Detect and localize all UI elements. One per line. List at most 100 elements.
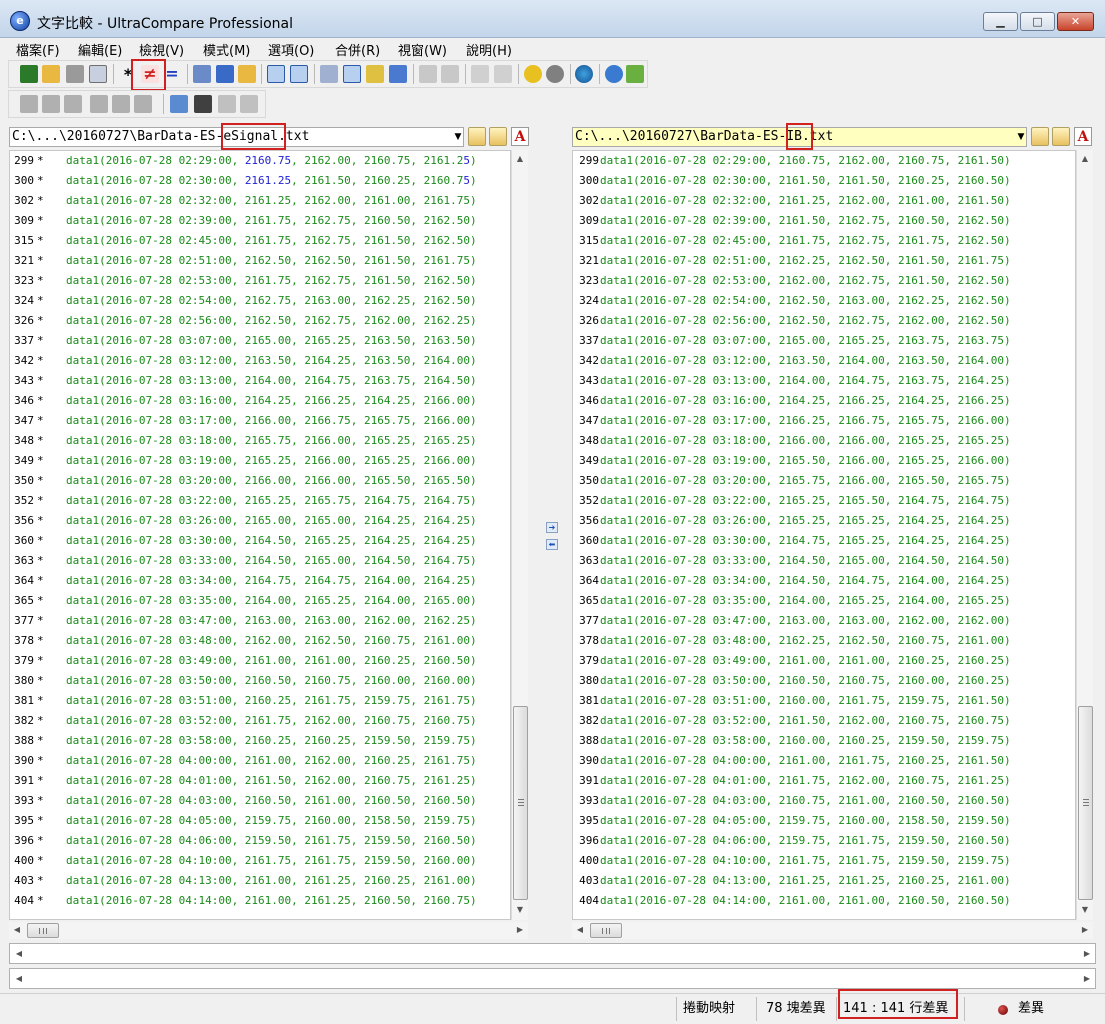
- menu-window[interactable]: 視窗(W): [398, 40, 447, 59]
- line-detail-bar[interactable]: ◀ ▶: [9, 943, 1096, 964]
- move-left-block-icon[interactable]: [42, 95, 60, 113]
- scroll-down-icon[interactable]: ▼: [1077, 902, 1093, 918]
- diff-marker: *: [37, 734, 44, 747]
- right-open-folder-icon[interactable]: [1031, 127, 1049, 146]
- copy-icon[interactable]: [193, 65, 211, 83]
- code-segment: data1(2016-07-28 03:49:00, 2161.00, 2161…: [66, 654, 477, 667]
- hscroll-thumb[interactable]: [27, 923, 59, 938]
- code-text: data1(2016-07-28 03:19:00, 2165.50, 2166…: [599, 451, 1011, 471]
- code-line: 352data1(2016-07-28 03:22:00, 2165.25, 2…: [573, 491, 1075, 511]
- code-segment: data1(2016-07-28 03:48:00, 2162.00, 2162…: [66, 634, 477, 647]
- code-line: 382data1(2016-07-28 03:52:00, 2161.50, 2…: [573, 711, 1075, 731]
- code-text: data1(2016-07-28 03:34:00, 2164.75, 2164…: [46, 571, 477, 591]
- two-way-vertical-icon[interactable]: [267, 65, 285, 83]
- edit-icon[interactable]: [170, 95, 188, 113]
- left-path-dropdown-icon[interactable]: ▼: [451, 127, 465, 147]
- move-left-icon[interactable]: [20, 95, 38, 113]
- scroll-left-icon[interactable]: ◀: [572, 922, 588, 938]
- undo-icon[interactable]: [218, 95, 236, 113]
- print-icon[interactable]: [66, 65, 84, 83]
- prev-diff-arrow-icon[interactable]: ⬅: [546, 539, 558, 550]
- right-browse-folder-icon[interactable]: [1052, 127, 1070, 146]
- code-text: data1(2016-07-28 02:30:00, 2161.50, 2161…: [599, 171, 1011, 191]
- toolbar-separator: [187, 64, 188, 84]
- print-preview-icon[interactable]: [89, 65, 107, 83]
- hscroll-thumb[interactable]: [590, 923, 622, 938]
- left-vertical-scrollbar[interactable]: ▲ ▼: [511, 150, 528, 920]
- right-path-dropdown-icon[interactable]: ▼: [1014, 127, 1028, 147]
- menu-view[interactable]: 檢視(V): [139, 40, 184, 59]
- stop-icon[interactable]: [546, 65, 564, 83]
- code-text: data1(2016-07-28 02:54:00, 2162.75, 2163…: [46, 291, 477, 311]
- scroll-right-icon[interactable]: ▶: [512, 922, 528, 938]
- next-diff-arrow-icon[interactable]: ➔: [546, 522, 558, 533]
- copy-right-icon[interactable]: [494, 65, 512, 83]
- code-text: data1(2016-07-28 03:35:00, 2164.00, 2165…: [599, 591, 1011, 611]
- move-right-block-icon[interactable]: [112, 95, 130, 113]
- code-line: 388data1(2016-07-28 03:58:00, 2160.00, 2…: [573, 731, 1075, 751]
- scroll-left-icon[interactable]: ◀: [11, 971, 27, 987]
- menu-merge[interactable]: 合併(R): [335, 40, 380, 59]
- save-file-icon[interactable]: [194, 95, 212, 113]
- next-difference-icon[interactable]: [419, 65, 437, 83]
- left-horizontal-scrollbar[interactable]: ◀ ▶: [9, 922, 528, 939]
- info-icon[interactable]: [605, 65, 623, 83]
- two-way-horizontal-icon[interactable]: [290, 65, 308, 83]
- web-icon[interactable]: [575, 65, 593, 83]
- binary-compare-icon[interactable]: [216, 65, 234, 83]
- line-number: 300: [14, 174, 34, 187]
- scroll-right-icon[interactable]: ▶: [1079, 946, 1095, 962]
- menu-file[interactable]: 檔案(F): [16, 40, 60, 59]
- scroll-right-icon[interactable]: ▶: [1077, 922, 1093, 938]
- scroll-up-icon[interactable]: ▲: [512, 151, 528, 167]
- scroll-left-icon[interactable]: ◀: [11, 946, 27, 962]
- copy-left-icon[interactable]: [471, 65, 489, 83]
- left-open-folder-icon[interactable]: [468, 127, 486, 146]
- settings-icon[interactable]: [524, 65, 542, 83]
- scroll-mapping-status[interactable]: 捲動映射: [683, 999, 735, 1019]
- move-left-all-icon[interactable]: [64, 95, 82, 113]
- left-browse-folder-icon[interactable]: [489, 127, 507, 146]
- line-number: 352: [579, 494, 599, 507]
- sync-icon[interactable]: [389, 65, 407, 83]
- scroll-right-icon[interactable]: ▶: [1079, 971, 1095, 987]
- scrollbar-thumb[interactable]: [1078, 706, 1093, 900]
- scrollbar-thumb[interactable]: [513, 706, 528, 900]
- line-number: 315: [579, 234, 599, 247]
- left-font-icon[interactable]: A: [511, 127, 529, 146]
- menu-help[interactable]: 說明(H): [466, 40, 512, 59]
- line-detail-bar[interactable]: ◀ ▶: [9, 968, 1096, 989]
- previous-difference-icon[interactable]: [441, 65, 459, 83]
- right-vertical-scrollbar[interactable]: ▲ ▼: [1076, 150, 1093, 920]
- merge-icon[interactable]: [320, 65, 338, 83]
- move-right-all-icon[interactable]: [134, 95, 152, 113]
- move-right-icon[interactable]: [90, 95, 108, 113]
- code-segment: data1(2016-07-28 02:39:00, 2161.75, 2162…: [66, 214, 477, 227]
- save-icon[interactable]: [20, 65, 38, 83]
- scroll-down-icon[interactable]: ▼: [512, 902, 528, 918]
- diff-marker: *: [37, 594, 44, 607]
- left-text-pane[interactable]: 299 * data1(2016-07-28 02:29:00, 2160.75, …: [9, 150, 511, 920]
- refresh-icon[interactable]: [626, 65, 644, 83]
- report-icon[interactable]: [366, 65, 384, 83]
- code-line: 382 * data1(2016-07-28 03:52:00, 2161.75, …: [10, 711, 510, 731]
- scroll-up-icon[interactable]: ▲: [1077, 151, 1093, 167]
- open-folder-icon[interactable]: [42, 65, 60, 83]
- right-text-pane[interactable]: 299data1(2016-07-28 02:29:00, 2160.75, 2…: [572, 150, 1076, 920]
- right-horizontal-scrollbar[interactable]: ◀ ▶: [572, 922, 1093, 939]
- redo-icon[interactable]: [240, 95, 258, 113]
- minimize-button[interactable]: ▁: [983, 12, 1018, 31]
- menu-options[interactable]: 選項(O): [268, 40, 314, 59]
- right-font-icon[interactable]: A: [1074, 127, 1092, 146]
- scroll-left-icon[interactable]: ◀: [9, 922, 25, 938]
- close-button[interactable]: ✕: [1057, 12, 1094, 31]
- folder-icon[interactable]: [238, 65, 256, 83]
- diff-marker: *: [37, 834, 44, 847]
- line-number: 382: [14, 714, 34, 727]
- line-number: 302: [14, 194, 34, 207]
- toolbar-separator: [518, 64, 519, 84]
- menu-edit[interactable]: 編輯(E): [78, 40, 122, 59]
- list-view-icon[interactable]: [343, 65, 361, 83]
- menu-mode[interactable]: 模式(M): [203, 40, 250, 59]
- maximize-button[interactable]: □: [1020, 12, 1055, 31]
